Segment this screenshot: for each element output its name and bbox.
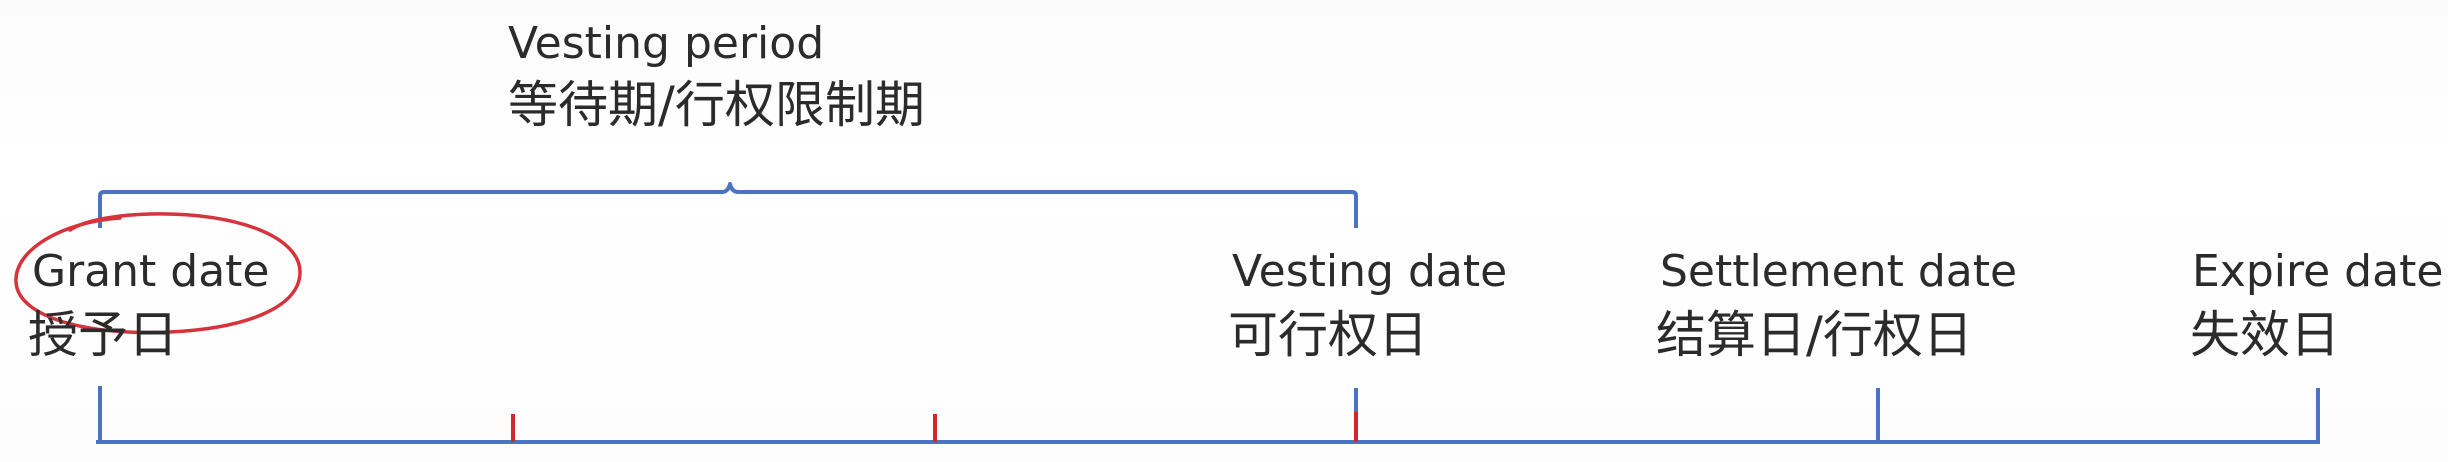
vesting-period-label-zh: 等待期/行权限制期 <box>508 76 925 134</box>
timeline-graphics <box>14 182 2320 444</box>
vesting-date-label-en: Vesting date <box>1232 246 1508 297</box>
settlement-date-label-en: Settlement date <box>1660 246 2018 297</box>
vesting-period-bracket <box>98 182 1358 228</box>
grant-date-label-en: Grant date <box>32 246 270 297</box>
timeline-diagram: Vesting period 等待期/行权限制期 Grant date 授予日 … <box>0 0 2448 462</box>
vesting-date-label-zh: 可行权日 <box>1228 306 1428 364</box>
settlement-date-label-zh: 结算日/行权日 <box>1656 306 1973 364</box>
grant-date-label-zh: 授予日 <box>28 306 178 364</box>
vesting-period-label-en: Vesting period <box>508 18 825 69</box>
expire-date-label-zh: 失效日 <box>2190 306 2340 364</box>
expire-date-label-en: Expire date <box>2192 246 2444 297</box>
